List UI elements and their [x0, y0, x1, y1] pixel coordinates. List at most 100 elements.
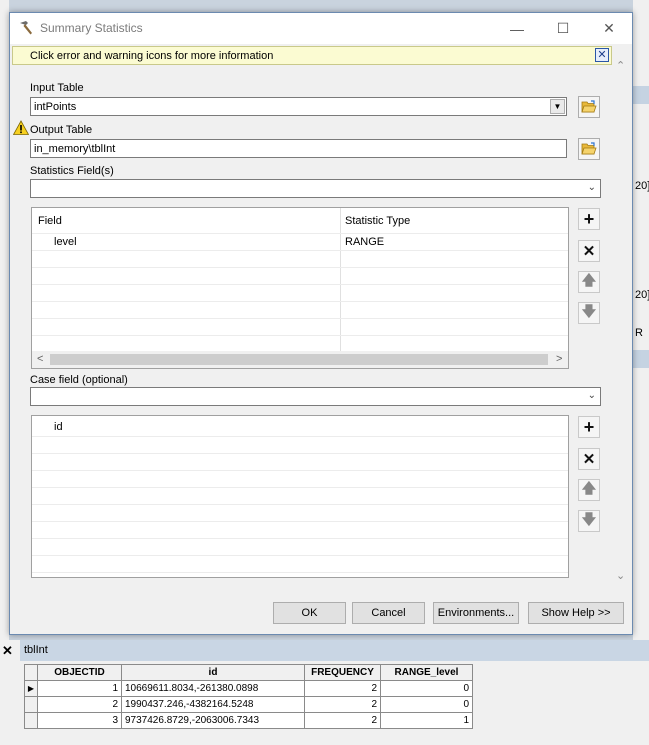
- ok-button[interactable]: OK: [273, 602, 346, 624]
- column-header-objectid[interactable]: OBJECTID: [37, 664, 122, 681]
- background-left-panel: [0, 0, 9, 640]
- table-window-titlebar[interactable]: tblInt: [20, 640, 649, 661]
- chevron-left-icon[interactable]: <: [37, 353, 43, 365]
- minimize-button[interactable]: —: [494, 13, 540, 44]
- arrow-up-icon: 🡅: [581, 480, 597, 496]
- column-header-id[interactable]: id: [121, 664, 305, 681]
- row-divider: [32, 233, 568, 234]
- row-selector[interactable]: [24, 712, 38, 729]
- output-table-value: in_memory\tblInt: [34, 143, 116, 155]
- row-divider: [32, 301, 568, 302]
- row-divider: [32, 250, 568, 251]
- move-case-field-down-button[interactable]: 🡇: [578, 510, 600, 532]
- show-help-button[interactable]: Show Help >>: [528, 602, 624, 624]
- row-selector-current[interactable]: ▶: [24, 680, 38, 697]
- table-row[interactable]: ▶ 1 10669611.8034,-261380.0898 2 0: [24, 680, 473, 697]
- remove-statistic-button[interactable]: ✕: [578, 240, 600, 262]
- cancel-button[interactable]: Cancel: [352, 602, 425, 624]
- stat-row-field[interactable]: level: [54, 236, 77, 248]
- dialog-vertical-scrollbar[interactable]: ⌃ ⌄: [613, 55, 630, 585]
- column-divider: [340, 208, 341, 352]
- add-case-field-button[interactable]: +: [578, 416, 600, 438]
- row-divider: [32, 487, 568, 488]
- horizontal-scrollbar[interactable]: < >: [32, 351, 568, 368]
- close-icon[interactable]: ✕: [2, 643, 13, 659]
- cell-id[interactable]: 1990437.246,-4382164.5248: [121, 696, 305, 713]
- row-divider: [32, 335, 568, 336]
- plus-icon: +: [583, 416, 595, 437]
- chevron-up-icon[interactable]: ⌃: [616, 59, 625, 72]
- table-row[interactable]: 2 1990437.246,-4382164.5248 2 0: [24, 696, 473, 713]
- cell-range-level[interactable]: 0: [380, 696, 473, 713]
- statistics-fields-combo[interactable]: ⌄: [30, 179, 601, 198]
- column-header-range-level[interactable]: RANGE_level: [380, 664, 473, 681]
- remove-case-field-button[interactable]: ✕: [578, 448, 600, 470]
- background-text: 20]: [635, 180, 649, 192]
- cell-objectid[interactable]: 1: [37, 680, 122, 697]
- cell-objectid[interactable]: 2: [37, 696, 122, 713]
- maximize-button[interactable]: ☐: [540, 13, 586, 44]
- output-table-browse-button[interactable]: [578, 138, 600, 160]
- input-table-combo[interactable]: intPoints ▼: [30, 97, 567, 116]
- row-divider: [32, 572, 568, 573]
- statistics-fields-grid[interactable]: Field Statistic Type level RANGE < >: [31, 207, 569, 369]
- row-divider: [32, 267, 568, 268]
- add-statistic-button[interactable]: +: [578, 208, 600, 230]
- row-divider: [32, 521, 568, 522]
- close-icon: ✕: [597, 49, 607, 61]
- close-icon: ✕: [603, 20, 615, 36]
- cell-frequency[interactable]: 2: [304, 712, 381, 729]
- open-folder-icon: [581, 142, 597, 155]
- scroll-thumb[interactable]: [50, 354, 548, 365]
- chevron-down-icon[interactable]: ⌄: [616, 569, 625, 582]
- arrow-down-icon: 🡇: [581, 511, 597, 527]
- chevron-down-icon[interactable]: ⌄: [588, 390, 596, 401]
- arrow-up-icon: 🡅: [581, 272, 597, 288]
- row-selector[interactable]: [24, 696, 38, 713]
- output-table-label: Output Table: [30, 124, 93, 136]
- cell-range-level[interactable]: 0: [380, 680, 473, 697]
- cell-frequency[interactable]: 2: [304, 696, 381, 713]
- column-header-field[interactable]: Field: [38, 215, 62, 227]
- row-divider: [32, 538, 568, 539]
- row-divider: [32, 504, 568, 505]
- warning-icon[interactable]: [13, 120, 29, 136]
- background-bar: [633, 350, 649, 368]
- chevron-right-icon[interactable]: >: [556, 353, 562, 365]
- move-statistic-down-button[interactable]: 🡇: [578, 302, 600, 324]
- stat-row-statistic[interactable]: RANGE: [345, 236, 384, 248]
- move-statistic-up-button[interactable]: 🡅: [578, 271, 600, 293]
- message-text: Click error and warning icons for more i…: [30, 50, 274, 62]
- column-header-statistic-type[interactable]: Statistic Type: [345, 215, 410, 227]
- output-table-field[interactable]: in_memory\tblInt: [30, 139, 567, 158]
- cell-id[interactable]: 9737426.8729,-2063006.7343: [121, 712, 305, 729]
- plus-icon: +: [583, 208, 595, 229]
- background-bar: [633, 86, 649, 104]
- background-text: 20]: [635, 289, 649, 301]
- cell-objectid[interactable]: 3: [37, 712, 122, 729]
- cell-id[interactable]: 10669611.8034,-261380.0898: [121, 680, 305, 697]
- cell-range-level[interactable]: 1: [380, 712, 473, 729]
- table-row[interactable]: 3 9737426.8729,-2063006.7343 2 1: [24, 712, 473, 729]
- case-field-item[interactable]: id: [54, 421, 63, 433]
- cell-frequency[interactable]: 2: [304, 680, 381, 697]
- case-field-list[interactable]: id: [31, 415, 569, 578]
- row-divider: [32, 318, 568, 319]
- chevron-down-icon[interactable]: ⌄: [588, 182, 596, 193]
- row-selector-header[interactable]: [24, 664, 38, 681]
- title-bar[interactable]: Summary Statistics — ☐ ✕: [10, 13, 632, 44]
- minimize-icon: —: [510, 20, 524, 37]
- summary-statistics-dialog: Summary Statistics — ☐ ✕ Click error and…: [9, 12, 633, 635]
- move-case-field-up-button[interactable]: 🡅: [578, 479, 600, 501]
- attribute-table[interactable]: OBJECTID id FREQUENCY RANGE_level ▶ 1 10…: [24, 664, 473, 729]
- column-header-frequency[interactable]: FREQUENCY: [304, 664, 381, 681]
- row-divider: [32, 453, 568, 454]
- environments-button[interactable]: Environments...: [433, 602, 519, 624]
- close-button[interactable]: ✕: [586, 13, 632, 44]
- input-table-browse-button[interactable]: [578, 96, 600, 118]
- statistics-fields-label: Statistics Field(s): [30, 165, 114, 177]
- chevron-down-icon[interactable]: ▼: [550, 99, 565, 114]
- message-close-button[interactable]: ✕: [595, 48, 609, 62]
- case-field-combo[interactable]: ⌄: [30, 387, 601, 406]
- background-text: R: [635, 327, 643, 339]
